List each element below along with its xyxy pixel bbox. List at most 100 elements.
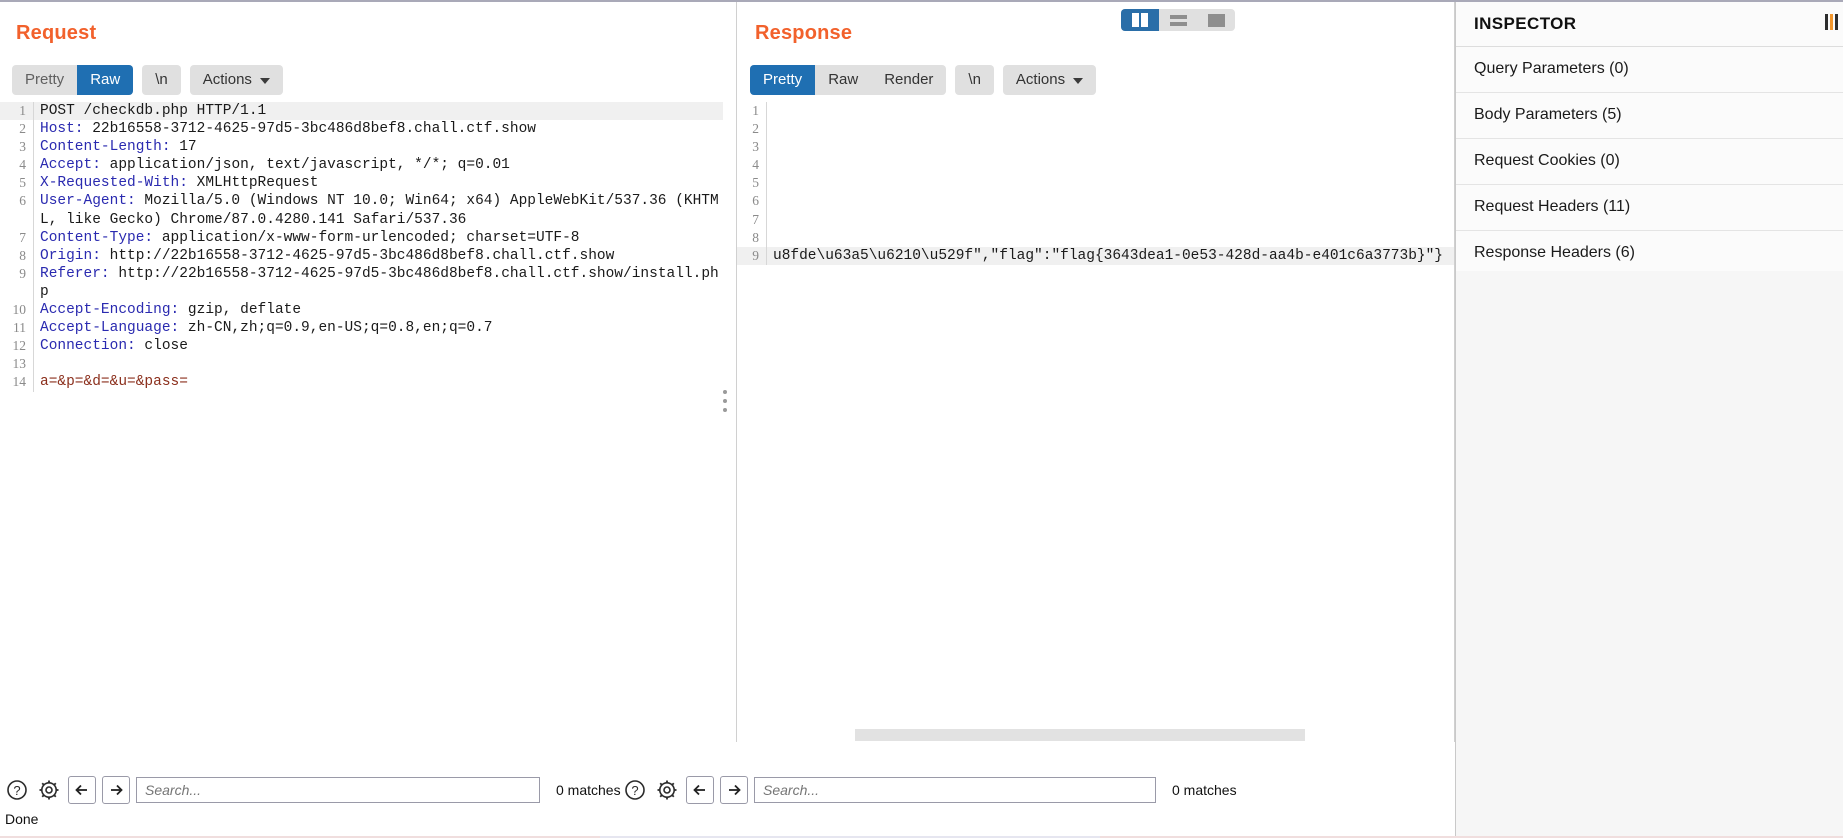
inspector-row-body-parameters[interactable]: Body Parameters (5) xyxy=(1456,93,1843,139)
header-name: Content-Length: xyxy=(40,139,171,156)
code-line: 7 xyxy=(737,210,1456,229)
line-content: Accept-Language: zh-CN,zh;q=0.9,en-US;q=… xyxy=(34,319,724,337)
response-actions-label: Actions xyxy=(1015,71,1066,88)
inspector-row-query-parameters[interactable]: Query Parameters (0) xyxy=(1456,47,1843,93)
header-value: http://22b16558-3712-4625-97d5-3bc486d8b… xyxy=(40,265,719,300)
code-line: 8 Origin: http://22b16558-3712-4625-97d5… xyxy=(0,246,723,265)
code-line: 8 xyxy=(737,228,1456,247)
svg-text:?: ? xyxy=(631,783,638,798)
code-line: 7 Content-Type: application/x-www-form-u… xyxy=(0,228,723,247)
code-line: 4 Accept: application/json, text/javascr… xyxy=(0,156,724,175)
inspector-row-label: Body Parameters (5) xyxy=(1474,106,1622,123)
code-line: 9 u8fde\u63a5\u6210\u529f","flag":"flag{… xyxy=(737,246,1455,265)
drag-dot xyxy=(723,399,727,403)
layout-single-button[interactable] xyxy=(1197,9,1235,31)
line-content: Accept-Encoding: gzip, deflate xyxy=(34,301,724,319)
line-number: 5 xyxy=(737,174,767,193)
inspector-row-label: Query Parameters (0) xyxy=(1474,60,1629,77)
header-value: close xyxy=(135,338,188,355)
header-value: http://22b16558-3712-4625-97d5-3bc486d8b… xyxy=(100,247,615,264)
code-line: 4 xyxy=(737,156,1455,175)
response-view-tabs: Pretty Raw Render xyxy=(750,65,947,95)
line-number: 5 xyxy=(0,174,34,193)
line-number: 13 xyxy=(0,355,34,374)
line-content: Host: 22b16558-3712-4625-97d5-3bc486d8be… xyxy=(34,120,724,138)
header-name: Origin: xyxy=(40,247,101,264)
code-line: 13 xyxy=(0,355,723,374)
request-actions-button[interactable]: Actions xyxy=(189,65,283,95)
response-editor[interactable]: 1 2 3 4 5 6 7 8 9 u8fde\u63a5\u6210\u529… xyxy=(737,102,1455,742)
search-previous-button[interactable] xyxy=(686,776,714,804)
tab-response-pretty[interactable]: Pretty xyxy=(750,65,816,95)
header-name: Accept-Encoding: xyxy=(40,302,180,319)
response-horizontal-scrollbar[interactable] xyxy=(737,729,1455,742)
response-actions-button[interactable]: Actions xyxy=(1002,65,1097,95)
line-number: 3 xyxy=(0,138,34,157)
inspector-header: INSPECTOR xyxy=(1456,2,1843,47)
request-view-tabs: Pretty Raw xyxy=(12,65,134,95)
single-pane-icon xyxy=(1207,13,1225,27)
line-number: 14 xyxy=(0,373,34,392)
search-next-button[interactable] xyxy=(720,776,748,804)
line-content: Referer: http://22b16558-3712-4625-97d5-… xyxy=(34,265,724,301)
search-previous-button[interactable] xyxy=(68,776,96,804)
line-content: User-Agent: Mozilla/5.0 (Windows NT 10.0… xyxy=(34,192,724,228)
gear-icon[interactable] xyxy=(654,777,680,803)
menu-bar xyxy=(1835,14,1838,30)
inspector-menu-icon[interactable] xyxy=(1825,14,1838,30)
gear-icon[interactable] xyxy=(36,777,62,803)
line-number: 6 xyxy=(737,192,767,211)
header-name: Content-Type: xyxy=(40,229,154,246)
help-icon[interactable]: ? xyxy=(622,777,648,803)
line-number: 2 xyxy=(737,120,767,139)
request-editor[interactable]: 1 POST /checkdb.php HTTP/1.1 2 Host: 22b… xyxy=(0,102,723,742)
pane-drag-handle[interactable] xyxy=(723,390,727,412)
line-number: 9 xyxy=(737,246,767,265)
line-number: 2 xyxy=(0,120,34,139)
inspector-row-request-headers[interactable]: Request Headers (11) xyxy=(1456,185,1843,231)
response-title: Response xyxy=(755,22,853,44)
code-line: 3 Content-Length: 17 xyxy=(0,138,723,157)
inspector-row-request-cookies[interactable]: Request Cookies (0) xyxy=(1456,139,1843,185)
tab-request-raw[interactable]: Raw xyxy=(77,65,134,95)
response-match-count: 0 matches xyxy=(1172,782,1237,798)
response-pane: Response Pretty Raw Render \n Actions 1 … xyxy=(737,2,1455,742)
code-line: 6 User-Agent: Mozilla/5.0 (Windows NT 10… xyxy=(0,192,724,229)
search-next-button[interactable] xyxy=(102,776,130,804)
request-actions-label: Actions xyxy=(202,71,252,88)
line-content xyxy=(767,102,1456,120)
scrollbar-thumb[interactable] xyxy=(855,729,1305,741)
tab-request-pretty[interactable]: Pretty xyxy=(12,65,77,95)
header-name: Accept: xyxy=(40,157,101,174)
request-search-input[interactable] xyxy=(136,777,540,803)
line-content xyxy=(767,211,1456,229)
layout-side-by-side-button[interactable] xyxy=(1121,9,1159,31)
request-code-body: 1 POST /checkdb.php HTTP/1.1 2 Host: 22b… xyxy=(0,102,723,392)
line-content: Accept: application/json, text/javascrip… xyxy=(34,156,724,174)
line-number: 12 xyxy=(0,337,34,356)
layout-stacked-button[interactable] xyxy=(1159,9,1197,31)
header-name: Host: xyxy=(40,121,84,138)
tab-response-raw[interactable]: Raw xyxy=(815,65,871,95)
response-search-input[interactable] xyxy=(754,777,1156,803)
line-number: 1 xyxy=(0,102,34,121)
help-icon[interactable]: ? xyxy=(4,777,30,803)
line-content xyxy=(767,174,1456,192)
line-number: 6 xyxy=(0,192,34,229)
columns-icon xyxy=(1132,13,1148,27)
request-newline-button[interactable]: \n xyxy=(142,65,181,95)
line-content xyxy=(767,229,1456,247)
request-title: Request xyxy=(16,22,97,44)
code-line: 6 xyxy=(737,192,1455,211)
menu-bar xyxy=(1830,14,1833,30)
header-name: Accept-Language: xyxy=(40,320,180,337)
header-value: zh-CN,zh;q=0.9,en-US;q=0.8,en;q=0.7 xyxy=(179,320,493,337)
code-line: 3 xyxy=(737,138,1455,157)
menu-bar xyxy=(1825,14,1828,30)
header-name: Referer: xyxy=(40,265,110,282)
request-code-table: 1 POST /checkdb.php HTTP/1.1 2 Host: 22b… xyxy=(0,102,723,392)
tab-response-render[interactable]: Render xyxy=(871,65,946,95)
response-newline-button[interactable]: \n xyxy=(955,65,994,95)
line-content: a=&p=&d=&u=&pass= xyxy=(40,374,188,391)
response-code-table: 1 2 3 4 5 6 7 8 9 u8fde\u63a5\u6210\u529… xyxy=(737,102,1455,265)
